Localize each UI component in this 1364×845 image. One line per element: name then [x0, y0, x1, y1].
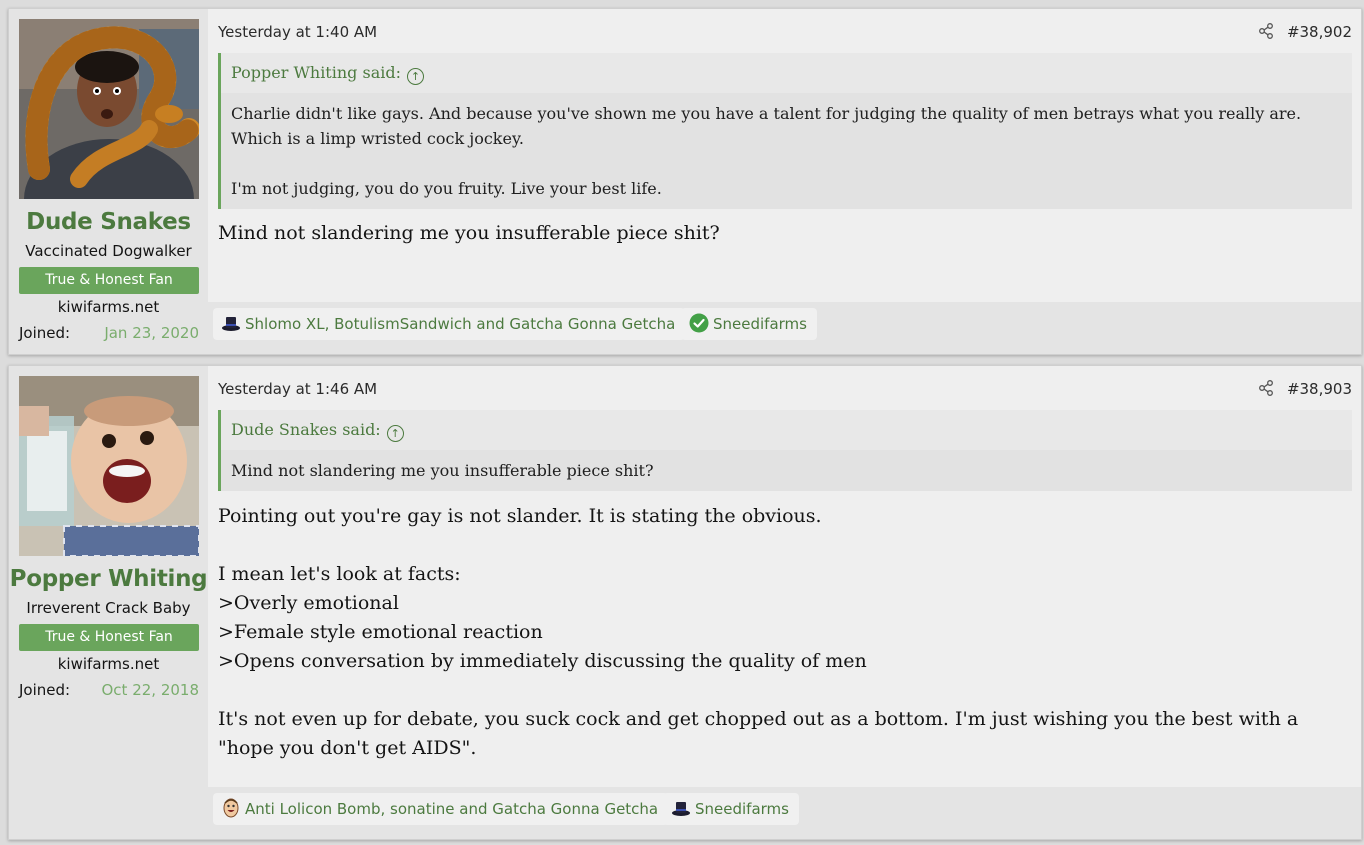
- post-main: Yesterday at 1:46 AM #38,903 Dude Snakes…: [208, 366, 1361, 839]
- avatar[interactable]: [19, 19, 199, 199]
- reaction-summary[interactable]: Sneedifarms: [663, 793, 799, 825]
- share-icon[interactable]: [1257, 379, 1275, 397]
- share-icon[interactable]: [1257, 22, 1275, 40]
- quote-header[interactable]: Dude Snakes said: ↑: [221, 410, 1352, 450]
- post-body: Pointing out you're gay is not slander. …: [218, 502, 1352, 763]
- body-line: >Overly emotional: [218, 592, 399, 614]
- user-banner: True & Honest Fan: [19, 624, 199, 651]
- reaction-summary[interactable]: Anti Lolicon Bomb, sonatine and Gatcha G…: [213, 793, 669, 825]
- quote-author[interactable]: Dude Snakes said:: [231, 420, 381, 439]
- laughing-face-icon: [221, 797, 241, 818]
- quote-body: Mind not slandering me you insufferable …: [221, 450, 1352, 491]
- quote-body: Charlie didn't like gays. And because yo…: [221, 93, 1352, 209]
- post-number[interactable]: #38,903: [1287, 380, 1352, 398]
- avatar[interactable]: [19, 376, 199, 556]
- user-sidebar: Dude Snakes Vaccinated Dogwalker True & …: [9, 9, 208, 354]
- reaction-bar: Anti Lolicon Bomb, sonatine and Gatcha G…: [208, 787, 1361, 839]
- user-title: Vaccinated Dogwalker: [25, 242, 192, 260]
- joined-date: Jan 23, 2020: [104, 324, 199, 342]
- body-line: I mean let's look at facts:: [218, 563, 461, 585]
- reaction-summary[interactable]: Shlomo XL, BotulismSandwich and Gatcha G…: [213, 308, 686, 340]
- quote-line: I'm not judging, you do you fruity. Live…: [231, 179, 662, 198]
- quote-block: Popper Whiting said: ↑ Charlie didn't lik…: [218, 53, 1352, 209]
- post-body: Mind not slandering me you insufferable …: [218, 219, 1352, 248]
- post-date[interactable]: Yesterday at 1:46 AM: [218, 380, 377, 398]
- reaction-text: Sneedifarms: [695, 800, 789, 818]
- body-line: [218, 531, 1352, 560]
- reaction-bar: Shlomo XL, BotulismSandwich and Gatcha G…: [208, 302, 1361, 354]
- body-line: [218, 676, 1352, 705]
- quote-line: Mind not slandering me you insufferable …: [231, 461, 654, 480]
- post: Popper Whiting Irreverent Crack Baby Tru…: [8, 365, 1362, 840]
- user-banner: True & Honest Fan: [19, 267, 199, 294]
- arrow-up-icon[interactable]: ↑: [386, 425, 404, 442]
- body-line: Pointing out you're gay is not slander. …: [218, 505, 822, 527]
- body-line: >Opens conversation by immediately discu…: [218, 650, 867, 672]
- top-hat-icon: [221, 312, 241, 332]
- username[interactable]: Dude Snakes: [9, 209, 208, 235]
- quote-line: Charlie didn't like gays. And because yo…: [231, 104, 1302, 148]
- body-line: Mind not slandering me you insufferable …: [218, 222, 720, 244]
- reaction-text: Anti Lolicon Bomb, sonatine and Gatcha G…: [245, 800, 659, 818]
- post-number[interactable]: #38,902: [1287, 23, 1352, 41]
- check-circle-icon: [689, 312, 709, 333]
- post-date[interactable]: Yesterday at 1:40 AM: [218, 23, 377, 41]
- quote-block: Dude Snakes said: ↑ Mind not slandering m…: [218, 410, 1352, 491]
- post: Dude Snakes Vaccinated Dogwalker True & …: [8, 8, 1362, 355]
- quote-header[interactable]: Popper Whiting said: ↑: [221, 53, 1352, 93]
- user-site: kiwifarms.net: [57, 298, 160, 316]
- body-line: >Female style emotional reaction: [218, 621, 543, 643]
- joined-label: Joined:: [19, 324, 71, 342]
- body-line: It's not even up for debate, you suck co…: [218, 708, 1299, 759]
- quote-author[interactable]: Popper Whiting said:: [231, 63, 401, 82]
- reaction-text: Sneedifarms: [713, 315, 807, 333]
- post-main: Yesterday at 1:40 AM #38,902 Popper Whit…: [208, 9, 1361, 354]
- user-title: Irreverent Crack Baby: [26, 599, 191, 617]
- reaction-text: Shlomo XL, BotulismSandwich and Gatcha G…: [245, 315, 676, 333]
- username[interactable]: Popper Whiting: [9, 566, 208, 592]
- joined-date: Oct 22, 2018: [101, 681, 200, 699]
- reaction-summary[interactable]: Sneedifarms: [681, 308, 817, 340]
- joined-label: Joined:: [19, 681, 71, 699]
- user-site: kiwifarms.net: [57, 655, 160, 673]
- user-sidebar: Popper Whiting Irreverent Crack Baby Tru…: [9, 366, 208, 839]
- arrow-up-icon[interactable]: ↑: [406, 68, 424, 85]
- top-hat-icon: [671, 797, 691, 817]
